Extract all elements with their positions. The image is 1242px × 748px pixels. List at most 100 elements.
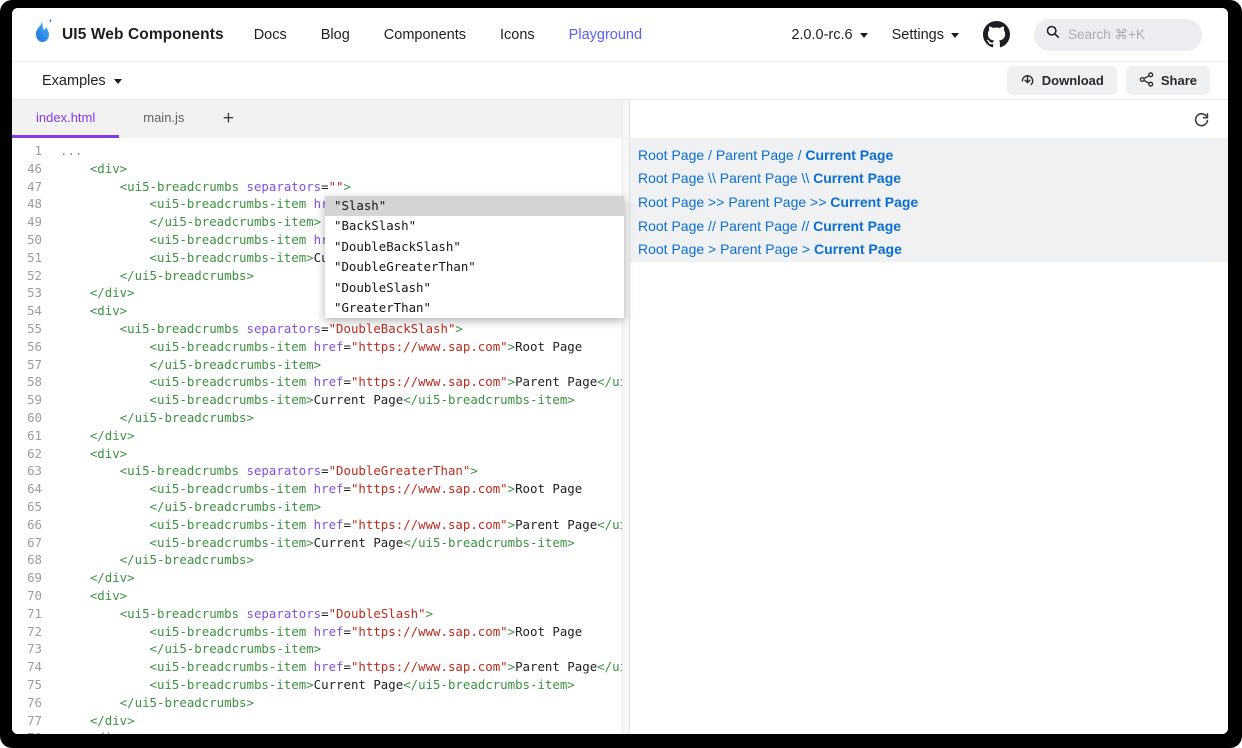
breadcrumb-row: Root Page \\ Parent Page \\ Current Page (638, 167, 1228, 191)
line-number: 58 (12, 373, 42, 391)
code-line[interactable]: 70 <div> (12, 587, 622, 605)
breadcrumb-link[interactable]: Root Page (638, 194, 704, 210)
breadcrumb-row: Root Page // Parent Page // Current Page (638, 214, 1228, 238)
code-text: </div> (60, 427, 135, 445)
line-number: 71 (12, 605, 42, 623)
line-number: 72 (12, 623, 42, 641)
line-number: 66 (12, 516, 42, 534)
breadcrumb-row: Root Page > Parent Page > Current Page (638, 237, 1228, 261)
code-text: <ui5-breadcrumbs separators="DoubleBackS… (60, 320, 463, 338)
code-line[interactable]: 64 <ui5-breadcrumbs-item href="https://w… (12, 480, 622, 498)
share-icon (1139, 72, 1154, 90)
code-line[interactable]: 61 </div> (12, 427, 622, 445)
breadcrumb-separator: \\ (798, 170, 814, 186)
autocomplete-option[interactable]: "DoubleSlash" (325, 278, 624, 298)
autocomplete-option[interactable]: "Slash" (325, 196, 624, 216)
tab-index-html[interactable]: index.html (12, 100, 119, 138)
code-line[interactable]: 71 <ui5-breadcrumbs separators="DoubleSl… (12, 605, 622, 623)
breadcrumb-separator: // (704, 218, 720, 234)
chevron-down-icon (114, 79, 122, 84)
breadcrumb-link[interactable]: Parent Page (728, 194, 806, 210)
breadcrumb-link[interactable]: Parent Page (720, 170, 798, 186)
autocomplete-option[interactable]: "GreaterThan" (325, 298, 624, 318)
code-line[interactable]: 78 <div> (12, 729, 622, 734)
code-line[interactable]: 46 <div> (12, 160, 622, 178)
code-line[interactable]: 72 <ui5-breadcrumbs-item href="https://w… (12, 623, 622, 641)
code-line[interactable]: 62 <div> (12, 445, 622, 463)
code-text: <div> (60, 729, 127, 734)
code-line[interactable]: 59 <ui5-breadcrumbs-item>Current Page</u… (12, 391, 622, 409)
breadcrumb-separator: >> (806, 194, 830, 210)
code-line[interactable]: 57 </ui5-breadcrumbs-item> (12, 356, 622, 374)
code-line[interactable]: 47 <ui5-breadcrumbs separators=""> (12, 178, 622, 196)
preview-pane: Root Page / Parent Page / Current PageRo… (630, 100, 1228, 734)
code-line[interactable]: 63 <ui5-breadcrumbs separators="DoubleGr… (12, 462, 622, 480)
breadcrumb-row: Root Page / Parent Page / Current Page (638, 143, 1228, 167)
breadcrumb-link[interactable]: Root Page (638, 241, 704, 257)
autocomplete-option[interactable]: "DoubleGreaterThan" (325, 257, 624, 277)
code-line[interactable]: 68 </ui5-breadcrumbs> (12, 551, 622, 569)
code-line[interactable]: 76 </ui5-breadcrumbs> (12, 694, 622, 712)
preview-empty-area (630, 262, 1228, 734)
search-input[interactable] (1068, 27, 1188, 42)
nav-link-playground[interactable]: Playground (569, 27, 642, 43)
code-line[interactable]: 77 </div> (12, 712, 622, 730)
share-button[interactable]: Share (1126, 66, 1210, 95)
code-line[interactable]: 74 <ui5-breadcrumbs-item href="https://w… (12, 658, 622, 676)
search-box[interactable] (1034, 19, 1202, 51)
preview-topbar (630, 100, 1228, 138)
top-navbar: UI5 Web Components Docs Blog Components Ico… (12, 8, 1228, 62)
code-line[interactable]: 65 </ui5-breadcrumbs-item> (12, 498, 622, 516)
code-line[interactable]: 67 <ui5-breadcrumbs-item>Current Page</u… (12, 534, 622, 552)
share-label: Share (1161, 73, 1197, 88)
nav-link-components[interactable]: Components (384, 27, 466, 43)
code-text: </ui5-breadcrumbs-item> (60, 498, 321, 516)
version-dropdown[interactable]: 2.0.0-rc.6 (791, 27, 867, 43)
line-number: 67 (12, 534, 42, 552)
line-number: 64 (12, 480, 42, 498)
brand-link[interactable]: UI5 Web Components (32, 19, 224, 50)
autocomplete-option[interactable]: "DoubleBackSlash" (325, 237, 624, 257)
breadcrumbs-preview-area: Root Page / Parent Page / Current PageRo… (630, 138, 1228, 262)
nav-link-blog[interactable]: Blog (321, 27, 350, 43)
download-icon (1020, 72, 1035, 90)
breadcrumb-link[interactable]: Parent Page (720, 218, 798, 234)
autocomplete-option[interactable]: "BackSlash" (325, 216, 624, 236)
breadcrumb-link[interactable]: Root Page (638, 170, 704, 186)
github-icon[interactable] (983, 21, 1010, 48)
nav-link-icons[interactable]: Icons (500, 27, 535, 43)
breadcrumb-link[interactable]: Parent Page (716, 147, 794, 163)
settings-dropdown[interactable]: Settings (892, 27, 959, 43)
code-line[interactable]: 56 <ui5-breadcrumbs-item href="https://w… (12, 338, 622, 356)
code-line[interactable]: 58 <ui5-breadcrumbs-item href="https://w… (12, 373, 622, 391)
screenshot-frame: UI5 Web Components Docs Blog Components Ico… (0, 0, 1242, 748)
code-line[interactable]: 55 <ui5-breadcrumbs separators="DoubleBa… (12, 320, 622, 338)
line-number: 75 (12, 676, 42, 694)
add-tab-button[interactable]: + (208, 100, 248, 138)
line-number: 73 (12, 640, 42, 658)
code-line[interactable]: 75 <ui5-breadcrumbs-item>Current Page</u… (12, 676, 622, 694)
code-text: </ui5-breadcrumbs-item> (60, 213, 321, 231)
line-number: 60 (12, 409, 42, 427)
code-line[interactable]: 66 <ui5-breadcrumbs-item href="https://w… (12, 516, 622, 534)
chevron-down-icon (860, 33, 868, 38)
code-line[interactable]: 73 </ui5-breadcrumbs-item> (12, 640, 622, 658)
code-editor-pane: index.htmlmain.js+ 1...46 <div>47 <ui5-b… (12, 100, 622, 734)
code-text: </ui5-breadcrumbs-item> (60, 356, 321, 374)
breadcrumb-link[interactable]: Root Page (638, 218, 704, 234)
refresh-icon[interactable] (1192, 110, 1210, 128)
code-text: <ui5-breadcrumbs-item href="https://www.… (60, 658, 622, 676)
nav-link-docs[interactable]: Docs (254, 27, 287, 43)
code-line[interactable]: 69 </div> (12, 569, 622, 587)
examples-dropdown[interactable]: Examples (42, 73, 122, 89)
code-text: </ui5-breadcrumbs> (60, 551, 254, 569)
breadcrumb-link[interactable]: Root Page (638, 147, 704, 163)
breadcrumb-link[interactable]: Parent Page (720, 241, 798, 257)
code-line[interactable]: 60 </ui5-breadcrumbs> (12, 409, 622, 427)
download-button[interactable]: Download (1007, 66, 1117, 95)
tab-main-js[interactable]: main.js (119, 100, 208, 138)
code-line[interactable]: 1... (12, 142, 622, 160)
download-label: Download (1042, 73, 1104, 88)
line-number: 53 (12, 284, 42, 302)
breadcrumb-separator: > (798, 241, 814, 257)
